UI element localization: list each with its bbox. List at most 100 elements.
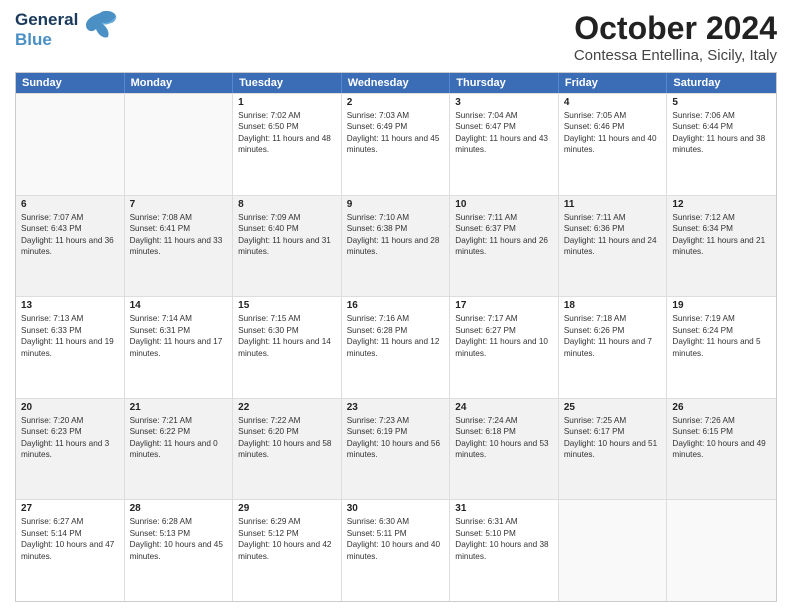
calendar-cell-1-6: 4 Sunrise: 7:05 AM Sunset: 6:46 PM Daylig… [559,94,668,195]
day-number: 20 [21,402,119,413]
calendar: Sunday Monday Tuesday Wednesday Thursday… [15,72,777,602]
calendar-cell-2-7: 12 Sunrise: 7:12 AM Sunset: 6:34 PM Dayli… [667,196,776,297]
calendar-cell-2-2: 7 Sunrise: 7:08 AM Sunset: 6:41 PM Daylig… [125,196,234,297]
calendar-cell-1-5: 3 Sunrise: 7:04 AM Sunset: 6:47 PM Daylig… [450,94,559,195]
day-number: 29 [238,503,336,514]
day-number: 4 [564,97,662,108]
title-block: October 2024 Contessa Entellina, Sicily,… [574,10,777,64]
day-number: 2 [347,97,445,108]
day-info: Sunrise: 7:12 AM Sunset: 6:34 PM Dayligh… [672,212,771,258]
calendar-cell-5-4: 30 Sunrise: 6:30 AM Sunset: 5:11 PM Dayli… [342,500,451,601]
calendar-cell-1-3: 1 Sunrise: 7:02 AM Sunset: 6:50 PM Daylig… [233,94,342,195]
calendar-cell-4-5: 24 Sunrise: 7:24 AM Sunset: 6:18 PM Dayli… [450,399,559,500]
day-info: Sunrise: 7:07 AM Sunset: 6:43 PM Dayligh… [21,212,119,258]
calendar-cell-2-1: 6 Sunrise: 7:07 AM Sunset: 6:43 PM Daylig… [16,196,125,297]
calendar-row-3: 13Sunrise: 7:13 AM Sunset: 6:33 PM Dayli… [16,296,776,398]
header-friday: Friday [559,73,668,93]
calendar-cell-4-1: 20 Sunrise: 7:20 AM Sunset: 6:23 PM Dayli… [16,399,125,500]
day-info: Sunrise: 7:08 AM Sunset: 6:41 PM Dayligh… [130,212,228,258]
day-info: Sunrise: 7:09 AM Sunset: 6:40 PM Dayligh… [238,212,336,258]
day-info: Sunrise: 7:10 AM Sunset: 6:38 PM Dayligh… [347,212,445,258]
calendar-cell-4-4: 23 Sunrise: 7:23 AM Sunset: 6:19 PM Dayli… [342,399,451,500]
calendar-cell-3-5: 17 Sunrise: 7:17 AM Sunset: 6:27 PM Dayli… [450,297,559,398]
header-sunday: Sunday [16,73,125,93]
day-number: 19 [672,300,771,311]
day-info: Sunrise: 6:28 AM Sunset: 5:13 PM Dayligh… [130,516,228,562]
calendar-cell-1-2 [125,94,234,195]
header-tuesday: Tuesday [233,73,342,93]
day-number: 24 [455,402,553,413]
day-number: 11 [564,199,662,210]
calendar-cell-5-5: 31 Sunrise: 6:31 AM Sunset: 5:10 PM Dayli… [450,500,559,601]
day-number: 31 [455,503,553,514]
day-number: 28 [130,503,228,514]
calendar-header: Sunday Monday Tuesday Wednesday Thursday… [16,73,776,93]
header: General Blue October 2024 Contessa Entel… [15,10,777,64]
day-info: Sunrise: 7:24 AM Sunset: 6:18 PM Dayligh… [455,415,553,461]
day-number: 9 [347,199,445,210]
day-number: 10 [455,199,553,210]
calendar-cell-5-3: 29 Sunrise: 6:29 AM Sunset: 5:12 PM Dayli… [233,500,342,601]
day-info: Sunrise: 7:17 AM Sunset: 6:27 PM Dayligh… [455,313,553,359]
day-number: 23 [347,402,445,413]
day-info: Sunrise: 7:26 AM Sunset: 6:15 PM Dayligh… [672,415,771,461]
day-number: 6 [21,199,119,210]
calendar-cell-4-6: 25 Sunrise: 7:25 AM Sunset: 6:17 PM Dayli… [559,399,668,500]
day-number: 17 [455,300,553,311]
header-saturday: Saturday [667,73,776,93]
calendar-cell-4-3: 22 Sunrise: 7:22 AM Sunset: 6:20 PM Dayli… [233,399,342,500]
calendar-cell-4-2: 21Sunrise: 7:21 AM Sunset: 6:22 PM Dayli… [125,399,234,500]
day-number: 15 [238,300,336,311]
day-info: Sunrise: 7:13 AM Sunset: 6:33 PM Dayligh… [21,313,119,359]
day-info: Sunrise: 7:15 AM Sunset: 6:30 PM Dayligh… [238,313,336,359]
day-number: 16 [347,300,445,311]
day-info: Sunrise: 7:22 AM Sunset: 6:20 PM Dayligh… [238,415,336,461]
calendar-cell-5-6 [559,500,668,601]
day-info: Sunrise: 6:30 AM Sunset: 5:11 PM Dayligh… [347,516,445,562]
day-info: Sunrise: 7:20 AM Sunset: 6:23 PM Dayligh… [21,415,119,461]
day-number: 18 [564,300,662,311]
day-info: Sunrise: 7:14 AM Sunset: 6:31 PM Dayligh… [130,313,228,359]
calendar-cell-2-3: 8 Sunrise: 7:09 AM Sunset: 6:40 PM Daylig… [233,196,342,297]
logo-bird-icon [82,9,118,46]
logo-blue: Blue [15,30,78,50]
day-info: Sunrise: 7:02 AM Sunset: 6:50 PM Dayligh… [238,110,336,156]
logo: General Blue [15,10,118,49]
day-number: 12 [672,199,771,210]
day-info: Sunrise: 7:11 AM Sunset: 6:36 PM Dayligh… [564,212,662,258]
day-info: Sunrise: 7:16 AM Sunset: 6:28 PM Dayligh… [347,313,445,359]
header-monday: Monday [125,73,234,93]
logo-general: General [15,10,78,30]
day-number: 30 [347,503,445,514]
day-number: 7 [130,199,228,210]
day-info: Sunrise: 7:04 AM Sunset: 6:47 PM Dayligh… [455,110,553,156]
day-info: Sunrise: 7:06 AM Sunset: 6:44 PM Dayligh… [672,110,771,156]
header-thursday: Thursday [450,73,559,93]
calendar-cell-2-4: 9 Sunrise: 7:10 AM Sunset: 6:38 PM Daylig… [342,196,451,297]
day-number: 25 [564,402,662,413]
day-number: 26 [672,402,771,413]
day-number: 5 [672,97,771,108]
calendar-cell-2-6: 11 Sunrise: 7:11 AM Sunset: 6:36 PM Dayli… [559,196,668,297]
main-title: October 2024 [574,10,777,47]
calendar-cell-3-6: 18 Sunrise: 7:18 AM Sunset: 6:26 PM Dayli… [559,297,668,398]
day-info: Sunrise: 6:29 AM Sunset: 5:12 PM Dayligh… [238,516,336,562]
day-number: 27 [21,503,119,514]
day-number: 1 [238,97,336,108]
subtitle: Contessa Entellina, Sicily, Italy [574,47,777,64]
calendar-cell-5-7 [667,500,776,601]
day-number: 22 [238,402,336,413]
day-info: Sunrise: 7:23 AM Sunset: 6:19 PM Dayligh… [347,415,445,461]
day-info: Sunrise: 6:31 AM Sunset: 5:10 PM Dayligh… [455,516,553,562]
calendar-cell-3-4: 16 Sunrise: 7:16 AM Sunset: 6:28 PM Dayli… [342,297,451,398]
day-number: 8 [238,199,336,210]
calendar-cell-3-1: 13Sunrise: 7:13 AM Sunset: 6:33 PM Dayli… [16,297,125,398]
day-info: Sunrise: 7:21 AM Sunset: 6:22 PM Dayligh… [130,415,228,461]
calendar-cell-1-7: 5 Sunrise: 7:06 AM Sunset: 6:44 PM Daylig… [667,94,776,195]
day-info: Sunrise: 7:05 AM Sunset: 6:46 PM Dayligh… [564,110,662,156]
calendar-cell-3-2: 14Sunrise: 7:14 AM Sunset: 6:31 PM Dayli… [125,297,234,398]
day-number: 3 [455,97,553,108]
page: General Blue October 2024 Contessa Entel… [0,0,792,612]
day-info: Sunrise: 7:25 AM Sunset: 6:17 PM Dayligh… [564,415,662,461]
day-info: Sunrise: 7:18 AM Sunset: 6:26 PM Dayligh… [564,313,662,359]
